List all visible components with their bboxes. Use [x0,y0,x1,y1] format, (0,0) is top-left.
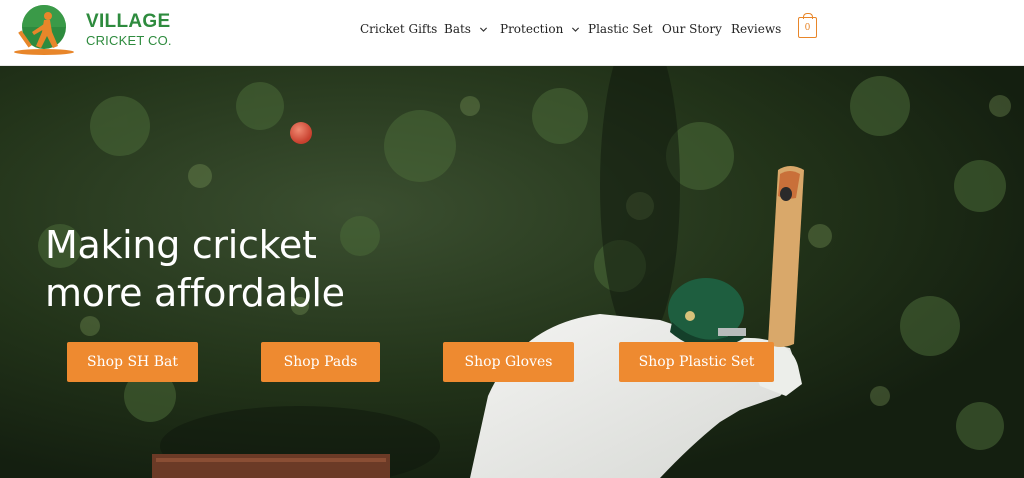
nav-item-bats[interactable]: Bats [444,20,488,38]
shop-plastic-set-button[interactable]: Shop Plastic Set [619,342,774,382]
chevron-down-icon [479,26,488,32]
nav-item-cricket-gifts[interactable]: Cricket Gifts [360,20,437,38]
nav-item-protection[interactable]: Protection [500,20,580,38]
shop-gloves-button[interactable]: Shop Gloves [443,342,574,382]
nav-item-label: Bats [444,22,471,36]
shop-pads-button[interactable]: Shop Pads [261,342,380,382]
site-header: VILLAGE CRICKET CO. Cricket Gifts Bats P… [0,0,1024,66]
nav-item-label: Cricket Gifts [360,22,438,36]
nav-item-label: Protection [500,22,564,36]
shop-sh-bat-button[interactable]: Shop SH Bat [67,342,198,382]
hero-headline: Making cricket more affordable [45,221,465,317]
nav-item-plastic-set[interactable]: Plastic Set [588,20,653,38]
cart-count: 0 [804,22,811,33]
nav-item-label: Our Story [662,22,722,36]
nav-item-label: Reviews [731,22,782,36]
nav-item-our-story[interactable]: Our Story [662,20,722,38]
hero-headline-line1: Making cricket [45,223,317,267]
hero-banner: Making cricket more affordable Shop SH B… [0,66,1024,478]
main-navigation: Cricket Gifts Bats Protection Plastic Se… [0,0,1024,56]
nav-item-reviews[interactable]: Reviews [731,20,781,38]
hero-headline-line2: more affordable [45,271,345,315]
cart-button[interactable]: 0 [798,13,817,38]
chevron-down-icon [572,26,580,32]
nav-item-label: Plastic Set [588,22,653,36]
